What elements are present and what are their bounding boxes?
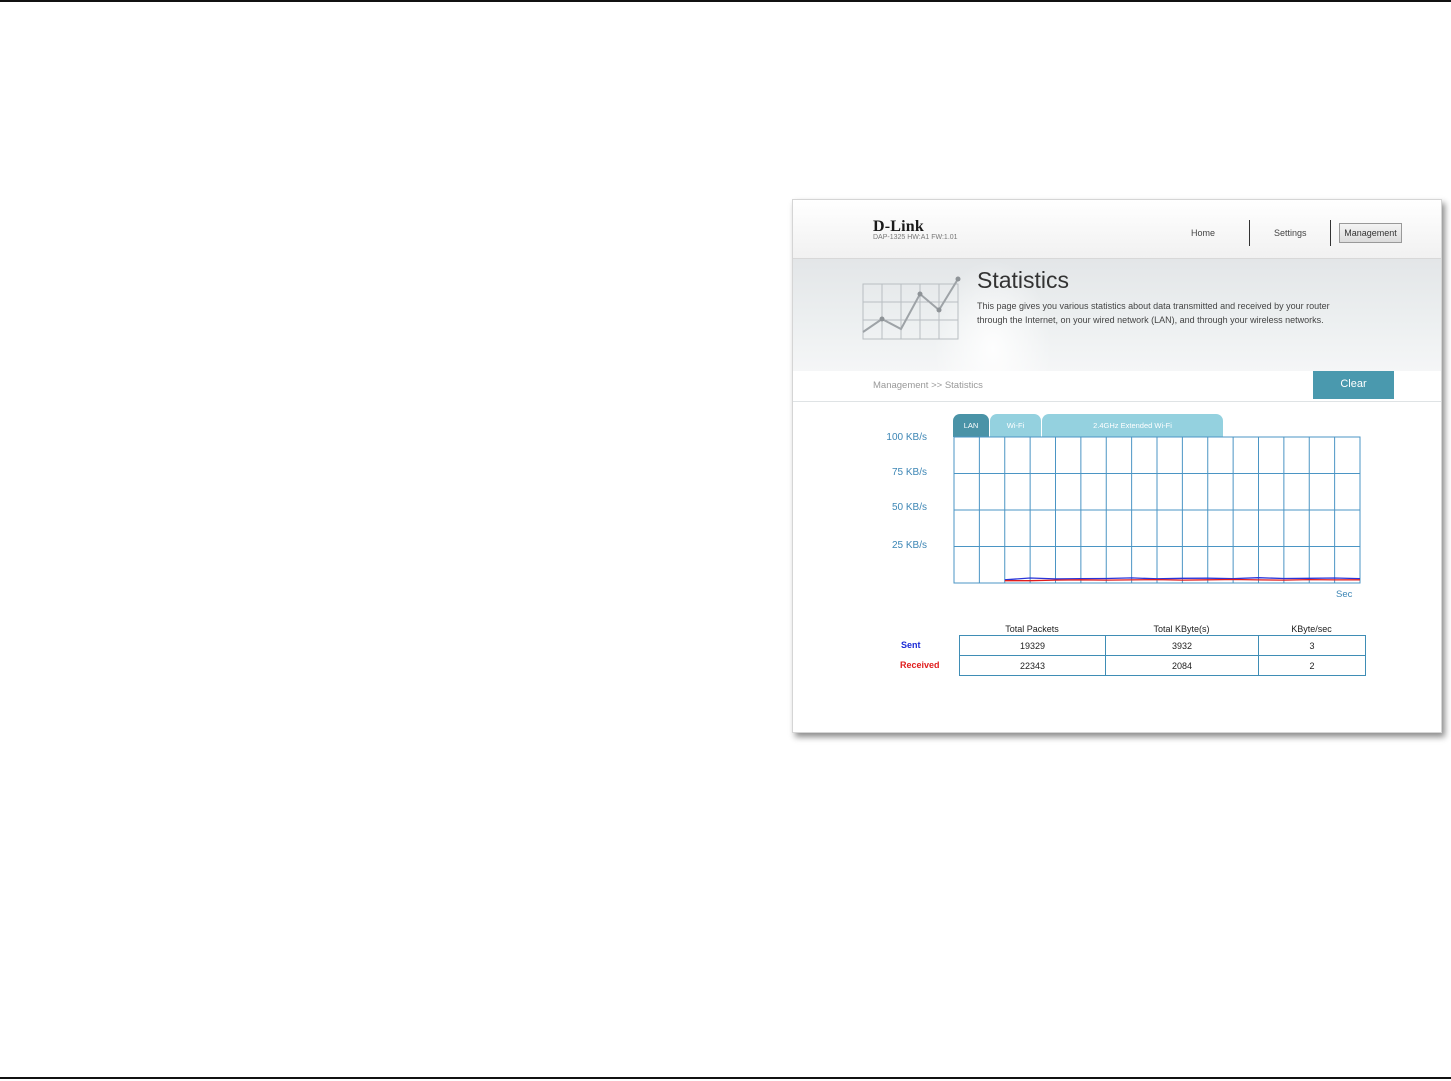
tab-extended-wifi[interactable]: 2.4GHz Extended Wi-Fi xyxy=(1042,414,1223,437)
statistics-graph-icon xyxy=(862,276,961,340)
header-bar: D-Link DAP-1325 HW:A1 FW:1.01 Home Setti… xyxy=(793,200,1441,259)
table-cell: 19329 xyxy=(959,635,1106,656)
x-axis-label: Sec xyxy=(1336,589,1353,600)
nav-divider xyxy=(1249,220,1250,246)
top-rule xyxy=(0,0,1451,2)
column-header: Total Packets xyxy=(1005,624,1059,634)
tab-lan[interactable]: LAN xyxy=(953,414,989,437)
router-screenshot: D-Link DAP-1325 HW:A1 FW:1.01 Home Setti… xyxy=(792,199,1442,733)
row-label-sent: Sent xyxy=(901,640,921,650)
page-title: Statistics xyxy=(977,267,1070,293)
nav-settings-link[interactable]: Settings xyxy=(1274,228,1307,238)
model-info: DAP-1325 HW:A1 FW:1.01 xyxy=(873,234,958,241)
column-header: KByte/sec xyxy=(1291,624,1332,634)
tab-wifi[interactable]: Wi-Fi xyxy=(990,414,1041,437)
clear-button[interactable]: Clear xyxy=(1313,371,1394,399)
column-header: Total KByte(s) xyxy=(1153,624,1210,634)
y-tick-label: 100 KB/s xyxy=(886,432,927,443)
nav-home-link[interactable]: Home xyxy=(1191,228,1215,238)
table-cell: 2084 xyxy=(1105,655,1259,676)
breadcrumb: Management >> Statistics xyxy=(873,380,983,391)
bottom-rule xyxy=(0,1077,1451,1079)
nav-divider xyxy=(1330,220,1331,246)
table-row: 19329 3932 3 xyxy=(959,635,1366,656)
y-tick-label: 75 KB/s xyxy=(891,467,927,478)
table-cell: 3 xyxy=(1258,635,1366,656)
table-cell: 2 xyxy=(1258,655,1366,676)
statistics-table: 19329 3932 3 22343 2084 2 xyxy=(959,635,1366,676)
table-cell: 3932 xyxy=(1105,635,1259,656)
nav-management-button[interactable]: Management xyxy=(1339,223,1402,243)
y-tick-label: 50 KB/s xyxy=(891,502,927,513)
y-tick-label: 25 KB/s xyxy=(891,540,927,551)
page-description: This page gives you various statistics a… xyxy=(977,301,1330,325)
table-cell: 22343 xyxy=(959,655,1106,676)
row-label-received: Received xyxy=(900,660,940,670)
traffic-chart xyxy=(953,436,1361,584)
table-row: 22343 2084 2 xyxy=(959,655,1366,676)
